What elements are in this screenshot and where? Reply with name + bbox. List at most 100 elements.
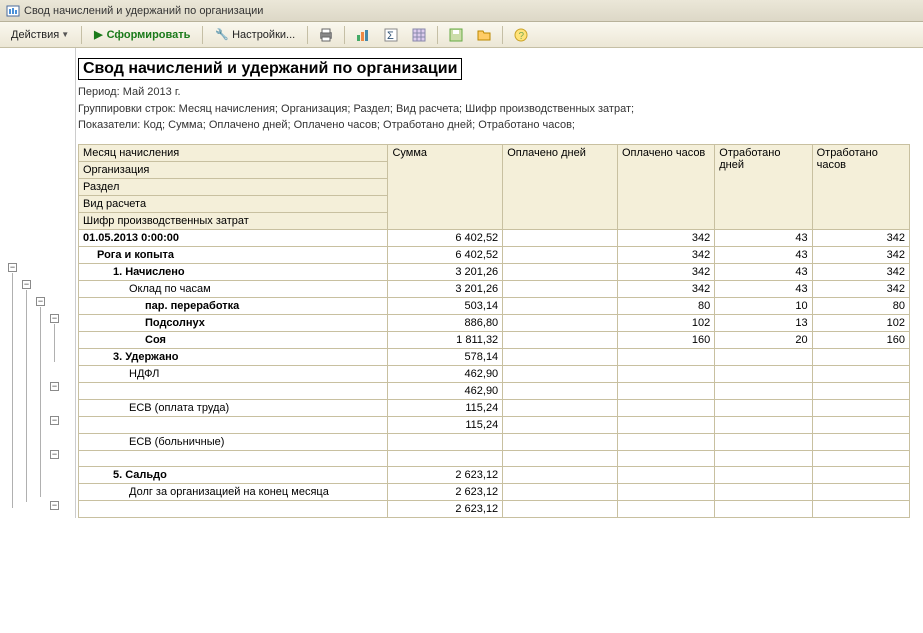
cell [503, 229, 618, 246]
cell [812, 399, 909, 416]
chart-icon [355, 27, 371, 43]
cell [617, 433, 714, 450]
print-icon [318, 27, 334, 43]
cell [617, 382, 714, 399]
tree-toggle[interactable]: − [36, 297, 45, 306]
tree-toggle[interactable]: − [50, 314, 59, 323]
tree-toggle[interactable]: − [50, 501, 59, 510]
cell [503, 314, 618, 331]
report-meta: Период: Май 2013 г. Группировки строк: М… [78, 84, 919, 134]
cell [503, 280, 618, 297]
cell: 3 201,26 [388, 280, 503, 297]
open-button[interactable] [471, 24, 497, 46]
form-button[interactable]: ▶ Сформировать [87, 24, 197, 46]
tree-toggle[interactable]: − [8, 263, 17, 272]
row-label: НДФЛ [79, 365, 388, 382]
toolbar: Действия ▼ ▶ Сформировать 🔧 Настройки...… [0, 22, 923, 48]
table-row[interactable]: Рога и копыта6 402,5234243342 [79, 246, 910, 263]
tree-line [12, 273, 13, 508]
hdr-paid-days: Оплачено дней [503, 144, 618, 229]
cell [503, 331, 618, 348]
cell [715, 399, 812, 416]
table-row[interactable]: НДФЛ462,90 [79, 365, 910, 382]
cell: 43 [715, 246, 812, 263]
row-label: 5. Сальдо [79, 466, 388, 483]
table-row[interactable]: 115,24 [79, 416, 910, 433]
cell: 80 [617, 297, 714, 314]
table-row[interactable] [79, 450, 910, 466]
cell: 1 811,32 [388, 331, 503, 348]
hdr-paid-hours: Оплачено часов [617, 144, 714, 229]
cell [503, 297, 618, 314]
sum-button[interactable]: Σ [378, 24, 404, 46]
table-row[interactable]: ЕСВ (оплата труда)115,24 [79, 399, 910, 416]
row-label: ЕСВ (оплата труда) [79, 399, 388, 416]
row-label: 3. Удержано [79, 348, 388, 365]
report-title: Свод начислений и удержаний по организац… [78, 58, 462, 80]
cell [715, 483, 812, 500]
svg-text:Σ: Σ [387, 30, 394, 42]
hdr-code: Шифр производственных затрат [79, 212, 388, 229]
tree-toggle[interactable]: − [22, 280, 31, 289]
cell [617, 365, 714, 382]
cell: 2 623,12 [388, 466, 503, 483]
table-row[interactable]: 01.05.2013 0:00:006 402,5234243342 [79, 229, 910, 246]
cell: 43 [715, 280, 812, 297]
cell: 462,90 [388, 365, 503, 382]
report-table: Месяц начисления Сумма Оплачено дней Опл… [78, 144, 910, 518]
cell: 3 201,26 [388, 263, 503, 280]
row-label: Рога и копыта [79, 246, 388, 263]
cell: 43 [715, 263, 812, 280]
table-row[interactable]: 2 623,12 [79, 500, 910, 517]
cell [715, 348, 812, 365]
cell [617, 450, 714, 466]
cell: 2 623,12 [388, 483, 503, 500]
cell: 115,24 [388, 399, 503, 416]
chart-button[interactable] [350, 24, 376, 46]
save-button[interactable] [443, 24, 469, 46]
row-label [79, 450, 388, 466]
cell: 102 [812, 314, 909, 331]
hdr-section: Раздел [79, 178, 388, 195]
cell: 503,14 [388, 297, 503, 314]
cell [617, 466, 714, 483]
tree-toggle[interactable]: − [50, 416, 59, 425]
cell [812, 348, 909, 365]
hdr-org: Организация [79, 161, 388, 178]
table-row[interactable]: 1. Начислено3 201,2634243342 [79, 263, 910, 280]
table-row[interactable]: Соя1 811,3216020160 [79, 331, 910, 348]
hdr-month: Месяц начисления [79, 144, 388, 161]
table-row[interactable]: 5. Сальдо2 623,12 [79, 466, 910, 483]
table-row[interactable]: пар. переработка503,14801080 [79, 297, 910, 314]
separator [437, 26, 438, 44]
grid-button[interactable] [406, 24, 432, 46]
table-row[interactable]: Долг за организацией на конец месяца2 62… [79, 483, 910, 500]
cell [503, 399, 618, 416]
help-button[interactable]: ? [508, 24, 534, 46]
row-label [79, 416, 388, 433]
report-area[interactable]: − − − − − − − − Свод начислений и удержа… [0, 48, 923, 633]
table-row[interactable]: 462,90 [79, 382, 910, 399]
settings-button[interactable]: 🔧 Настройки... [208, 24, 302, 46]
table-row[interactable]: Подсолнух886,8010213102 [79, 314, 910, 331]
settings-label: Настройки... [232, 29, 295, 41]
separator [502, 26, 503, 44]
cell: 578,14 [388, 348, 503, 365]
print-button[interactable] [313, 24, 339, 46]
table-row[interactable]: ЕСВ (больничные) [79, 433, 910, 450]
actions-label: Действия [11, 29, 59, 41]
tree-toggle[interactable]: − [50, 382, 59, 391]
hdr-calc: Вид расчета [79, 195, 388, 212]
table-row[interactable]: Оклад по часам3 201,2634243342 [79, 280, 910, 297]
row-label: пар. переработка [79, 297, 388, 314]
tree-toggle[interactable]: − [50, 450, 59, 459]
actions-menu[interactable]: Действия ▼ [4, 24, 76, 46]
cell: 160 [617, 331, 714, 348]
row-label: Соя [79, 331, 388, 348]
cell [503, 263, 618, 280]
table-row[interactable]: 3. Удержано578,14 [79, 348, 910, 365]
cell: 342 [617, 280, 714, 297]
cell: 10 [715, 297, 812, 314]
hdr-worked-hours: Отработано часов [812, 144, 909, 229]
cell [715, 416, 812, 433]
